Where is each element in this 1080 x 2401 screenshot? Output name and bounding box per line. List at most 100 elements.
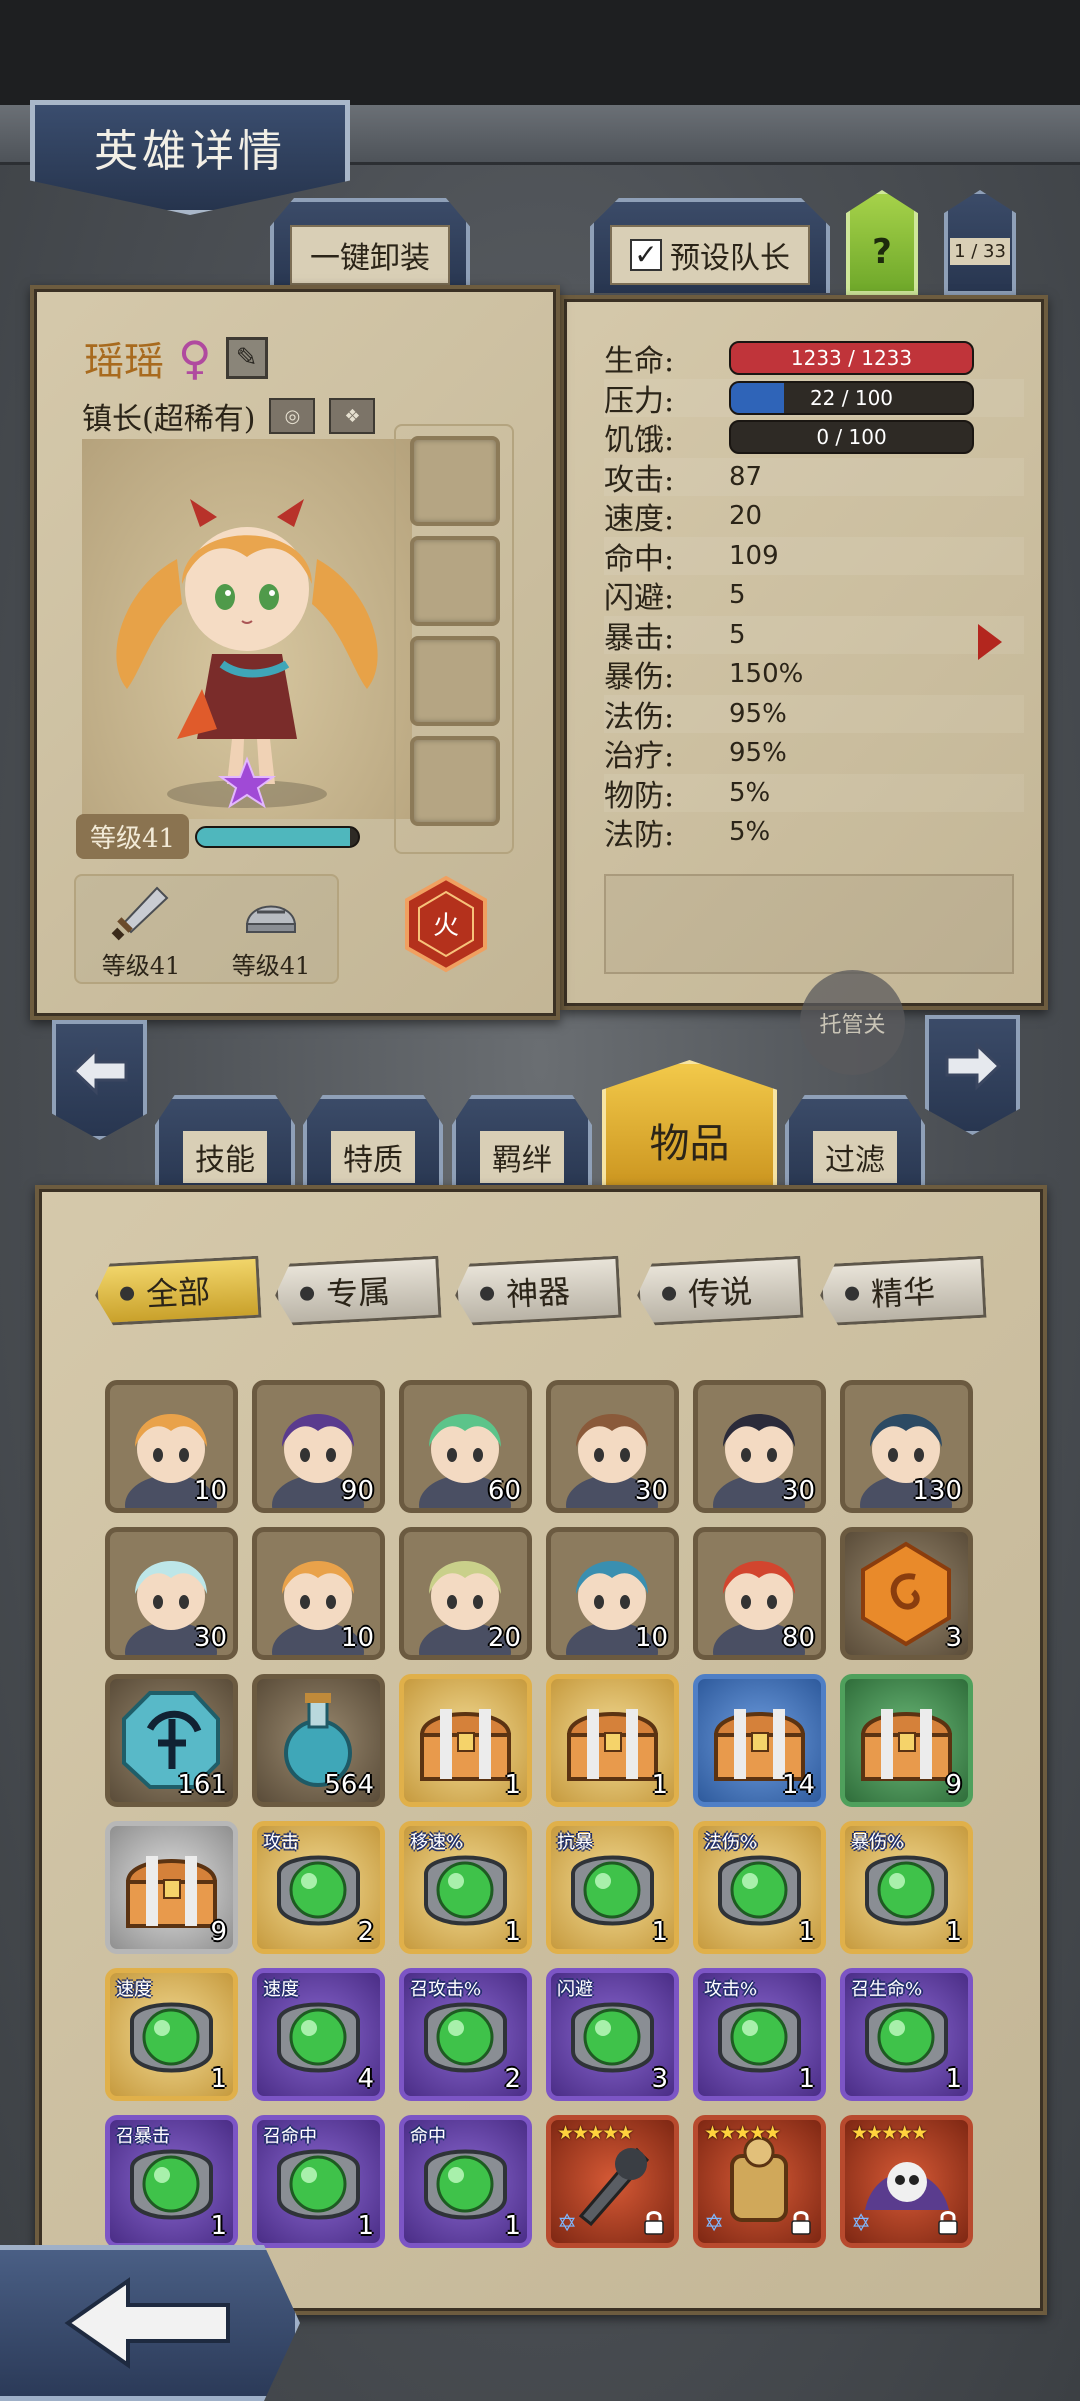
filter-label: 神器 bbox=[505, 1272, 572, 1314]
filter-label: 传说 bbox=[687, 1272, 754, 1314]
filter-dot-icon bbox=[480, 1286, 495, 1301]
auto-toggle-button[interactable]: 托管关 bbox=[800, 970, 905, 1075]
orb-item[interactable]: 1 攻击% bbox=[693, 1968, 826, 2101]
hexagram-icon: ✡ bbox=[557, 2209, 578, 2237]
item-quantity: 564 bbox=[324, 1770, 374, 1800]
weapon-level: 等级41 bbox=[101, 952, 181, 980]
hero-shard-item[interactable]: 10 bbox=[105, 1380, 238, 1513]
orb-item[interactable]: 2 召攻击% bbox=[399, 1968, 532, 2101]
chest-item[interactable]: 14 bbox=[693, 1674, 826, 1807]
orb-item[interactable]: 1 暴伤% bbox=[840, 1821, 973, 1954]
hero-shard-item[interactable]: 60 bbox=[399, 1380, 532, 1513]
item-stat-tag: 移速% bbox=[410, 1832, 464, 1853]
equip-slot[interactable] bbox=[410, 536, 500, 626]
orb-item[interactable]: 4 速度 bbox=[252, 1968, 385, 2101]
stat-value: 95% bbox=[729, 738, 787, 768]
artifact-item[interactable]: ★★★★★ ✡ bbox=[546, 2115, 679, 2248]
item-quantity: 1 bbox=[357, 2211, 374, 2241]
check-icon[interactable]: ✓ bbox=[630, 238, 662, 271]
hero-shard-item[interactable]: 80 bbox=[693, 1527, 826, 1660]
bond-icon[interactable]: ❖ bbox=[329, 398, 376, 434]
hero-name: 瑶瑶 bbox=[84, 339, 164, 385]
auto-toggle-label: 托管关 bbox=[819, 1012, 886, 1038]
artifact-item[interactable]: ★★★★★ ✡ bbox=[840, 2115, 973, 2248]
helmet-icon bbox=[245, 905, 297, 933]
gem-orange-item[interactable]: 3 bbox=[840, 1527, 973, 1660]
hero-shard-item[interactable]: 10 bbox=[546, 1527, 679, 1660]
filter-all[interactable]: 全部 bbox=[93, 1256, 261, 1327]
chest-item[interactable]: 1 bbox=[546, 1674, 679, 1807]
equip-slot[interactable] bbox=[410, 736, 500, 826]
equip-slot[interactable] bbox=[410, 436, 500, 526]
armor-slot[interactable]: 等级41 bbox=[211, 876, 331, 986]
orb-item[interactable]: 1 速度 bbox=[105, 1968, 238, 2101]
expand-arrow-icon[interactable] bbox=[978, 624, 1002, 660]
stat-value: 87 bbox=[729, 461, 763, 492]
fire-element-icon[interactable]: 火 bbox=[401, 874, 491, 974]
tab-filter[interactable]: 过滤 bbox=[785, 1095, 925, 1195]
orb-item[interactable]: 1 召命中 bbox=[252, 2115, 385, 2248]
unequip-all-label: 一键卸装 bbox=[290, 224, 450, 285]
rune-cyan-item[interactable]: 161 bbox=[105, 1674, 238, 1807]
item-quantity: 1 bbox=[504, 1917, 521, 1947]
orb-item[interactable]: 1 抗暴 bbox=[546, 1821, 679, 1954]
stat-value: 22 / 100 bbox=[809, 385, 894, 410]
hero-shard-item[interactable]: 10 bbox=[252, 1527, 385, 1660]
stat-label: 法伤: bbox=[604, 699, 675, 735]
preset-captain-toggle[interactable]: ✓ 预设队长 bbox=[590, 198, 830, 293]
orb-item[interactable]: 1 命中 bbox=[399, 2115, 532, 2248]
hexagram-icon: ✡ bbox=[704, 2209, 725, 2237]
trait-icon[interactable]: ◎ bbox=[269, 398, 316, 434]
filter-legend[interactable]: 传说 bbox=[635, 1256, 803, 1327]
orb-item[interactable]: 1 召生命% bbox=[840, 1968, 973, 2101]
equipment-slots bbox=[394, 424, 514, 854]
stat-label: 生命: bbox=[604, 344, 675, 379]
equip-slot[interactable] bbox=[410, 636, 500, 726]
orb-item[interactable]: 1 移速% bbox=[399, 1821, 532, 1954]
hero-shard-item[interactable]: 20 bbox=[399, 1527, 532, 1660]
level-row: 等级41 bbox=[76, 814, 361, 859]
page-title: 英雄详情 bbox=[94, 125, 286, 177]
filter-label: 精华 bbox=[870, 1272, 937, 1314]
filter-exclusive[interactable]: 专属 bbox=[273, 1256, 441, 1327]
back-button[interactable] bbox=[0, 2245, 300, 2401]
item-stat-tag: 抗暴 bbox=[557, 1832, 593, 1853]
orb-item[interactable]: 2 攻击 bbox=[252, 1821, 385, 1954]
hero-shard-item[interactable]: 90 bbox=[252, 1380, 385, 1513]
tab-skills[interactable]: 技能 bbox=[155, 1095, 295, 1195]
xp-bar-fill bbox=[197, 827, 351, 846]
stat-label: 暴伤: bbox=[604, 660, 675, 695]
stat-row: 攻击: 87 bbox=[604, 457, 1024, 498]
gear-box: 等级41 等级41 bbox=[74, 874, 339, 984]
item-stat-tag: 召生命% bbox=[851, 1979, 923, 2000]
orb-item[interactable]: 3 闪避 bbox=[546, 1968, 679, 2101]
artifact-item[interactable]: ★★★★★ ✡ bbox=[693, 2115, 826, 2248]
item-quantity: 1 bbox=[945, 2064, 962, 2094]
chest-item[interactable]: 9 bbox=[105, 1821, 238, 1954]
filter-dot-icon bbox=[845, 1286, 860, 1301]
filter-artifact[interactable]: 神器 bbox=[453, 1256, 621, 1327]
stat-value: 1233 / 1233 bbox=[790, 346, 913, 370]
filter-label: 全部 bbox=[145, 1272, 212, 1314]
hero-shard-item[interactable]: 30 bbox=[693, 1380, 826, 1513]
hero-shard-item[interactable]: 130 bbox=[840, 1380, 973, 1513]
tab-traits[interactable]: 特质 bbox=[303, 1095, 443, 1195]
stat-bar: 0 / 100 bbox=[729, 420, 974, 454]
item-stat-tag: 法伤% bbox=[704, 1832, 758, 1853]
orb-item[interactable]: 1 法伤% bbox=[693, 1821, 826, 1954]
unequip-all-button[interactable]: 一键卸装 bbox=[270, 198, 470, 293]
stat-label: 压力: bbox=[604, 383, 675, 419]
orb-item[interactable]: 1 召暴击 bbox=[105, 2115, 238, 2248]
tab-label: 技能 bbox=[183, 1131, 267, 1183]
tab-bonds[interactable]: 羁绊 bbox=[452, 1095, 592, 1195]
item-quantity: 1 bbox=[210, 2211, 227, 2241]
weapon-slot[interactable]: 等级41 bbox=[81, 876, 201, 986]
hero-shard-item[interactable]: 30 bbox=[105, 1527, 238, 1660]
filter-essence[interactable]: 精华 bbox=[818, 1256, 986, 1327]
chest-item[interactable]: 1 bbox=[399, 1674, 532, 1807]
star-rating: ★★★★★ bbox=[851, 2122, 928, 2144]
chest-item[interactable]: 9 bbox=[840, 1674, 973, 1807]
edit-name-icon[interactable]: ✎ bbox=[225, 337, 268, 379]
potion-item[interactable]: 564 bbox=[252, 1674, 385, 1807]
hero-shard-item[interactable]: 30 bbox=[546, 1380, 679, 1513]
